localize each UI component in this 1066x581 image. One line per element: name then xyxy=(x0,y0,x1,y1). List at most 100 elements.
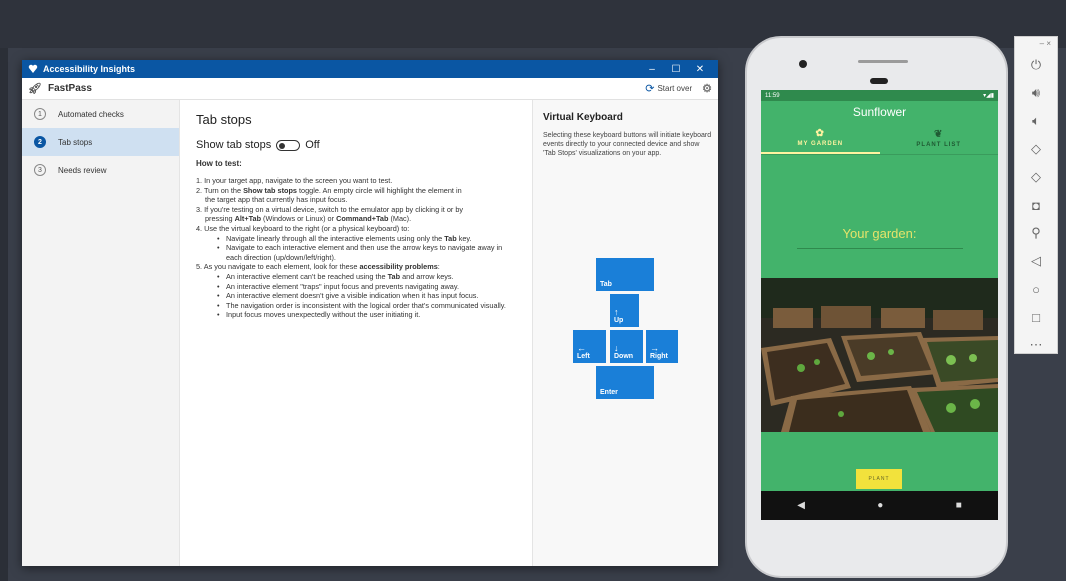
tab-key-label: Tab xyxy=(600,281,612,288)
virtual-keyboard-title: Virtual Keyboard xyxy=(543,112,623,123)
signal-battery-icon: ▾◢▮ xyxy=(983,93,994,99)
test-step: 2. Turn on the Show tab stops toggle. An… xyxy=(196,185,462,195)
left-key[interactable]: ← Left xyxy=(573,330,606,363)
more-icon[interactable]: ⋯ xyxy=(1015,331,1057,359)
sprout-icon: ❦ xyxy=(934,129,944,140)
start-over-label: Start over xyxy=(657,84,693,93)
page-title: Tab stops xyxy=(196,112,252,127)
sidebar-item-tab-stops[interactable]: 2 Tab stops xyxy=(22,128,179,156)
emulator-toolbar: – × ⏻ 🔊︎ 🔈︎ ◇ ◇ ◘ ⚲ ◁ ○ □ ⋯ xyxy=(1014,36,1058,354)
test-step: The navigation order is inconsistent wit… xyxy=(196,301,516,311)
home-icon[interactable]: ○ xyxy=(1015,275,1057,303)
sidebar: 1 Automated checks 2 Tab stops 3 Needs r… xyxy=(22,100,180,566)
minimize-button[interactable]: – xyxy=(640,64,664,75)
test-step: An interactive element "traps" input foc… xyxy=(196,282,516,292)
refresh-icon: ⟳ xyxy=(645,83,655,95)
virtual-keyboard-description: Selecting these keyboard buttons will in… xyxy=(543,132,712,157)
down-arrow-icon: ↓ xyxy=(614,343,619,353)
right-key[interactable]: → Right xyxy=(646,330,678,363)
enter-key[interactable]: Enter xyxy=(596,366,654,399)
back-icon[interactable]: ◁ xyxy=(1015,247,1057,275)
status-time: 11:59 xyxy=(765,92,780,99)
rotate-left-icon[interactable]: ◇ xyxy=(1015,135,1057,163)
how-to-test-heading: How to test: xyxy=(196,159,242,168)
test-step: the target app that currently has input … xyxy=(205,195,348,205)
test-step: An interactive element can't be reached … xyxy=(196,272,516,282)
zoom-icon[interactable]: ⚲ xyxy=(1015,219,1057,247)
flower-icon: ✿ xyxy=(815,128,825,139)
desktop-left-edge xyxy=(0,48,8,581)
android-nav-bar: ◀ ● ■ xyxy=(761,491,998,520)
app-tabs: ✿ MY GARDEN ❦ PLANT LIST xyxy=(761,123,998,155)
test-step: 3. If you're testing on a virtual device… xyxy=(196,204,464,214)
tab-label: MY GARDEN xyxy=(797,141,844,147)
garden-divider xyxy=(797,248,963,249)
fastpass-title: FastPass xyxy=(47,83,92,94)
right-arrow-icon: → xyxy=(650,343,659,353)
left-key-label: Left xyxy=(577,353,590,360)
plant-button[interactable]: PLANT xyxy=(856,469,902,489)
test-step: Navigate linearly through all the intera… xyxy=(196,234,516,244)
volume-up-icon[interactable]: 🔊︎ xyxy=(1015,79,1057,107)
virtual-keyboard-panel: Virtual Keyboard Selecting these keyboar… xyxy=(532,100,718,566)
show-tab-stops-row: Show tab stops Off xyxy=(196,139,516,151)
step-number: 1 xyxy=(34,108,46,120)
right-key-label: Right xyxy=(650,353,668,360)
app-title: Sunflower xyxy=(761,101,998,123)
sidebar-item-needs-review[interactable]: 3 Needs review xyxy=(22,156,179,184)
test-steps-list: 1. In your target app, navigate to the s… xyxy=(196,176,516,320)
close-button[interactable]: ✕ xyxy=(688,64,712,75)
volume-down-icon[interactable]: 🔈︎ xyxy=(1015,107,1057,135)
test-step: 5. As you navigate to each element, look… xyxy=(196,262,440,272)
start-over-button[interactable]: ⟳ Start over xyxy=(645,82,692,95)
sidebar-item-automated-checks[interactable]: 1 Automated checks xyxy=(22,100,179,128)
window-title: Accessibility Insights xyxy=(43,64,136,74)
down-key-label: Down xyxy=(614,353,634,360)
power-icon[interactable]: ⏻ xyxy=(1015,51,1057,79)
accessibility-insights-window: Accessibility Insights – ☐ ✕ 🚀︎ FastPass… xyxy=(22,60,718,566)
left-arrow-icon: ← xyxy=(577,343,586,353)
speaker-grille xyxy=(858,60,908,63)
up-key[interactable]: ↑ Up xyxy=(610,294,639,327)
title-bar: Accessibility Insights – ☐ ✕ xyxy=(22,60,718,78)
tab-label: PLANT LIST xyxy=(916,142,962,148)
camera-icon[interactable]: ◘ xyxy=(1015,191,1057,219)
recents-nav-icon[interactable]: ■ xyxy=(956,500,962,511)
overview-icon[interactable]: □ xyxy=(1015,303,1057,331)
accessibility-insights-logo-icon xyxy=(28,64,38,74)
step-number: 3 xyxy=(34,164,46,176)
tab-stops-content: Tab stops Show tab stops Off How to test… xyxy=(180,100,532,566)
android-emulator-phone: 11:59 ▾◢▮ Sunflower ✿ MY GARDEN ❦ PLANT … xyxy=(745,36,1008,578)
down-key[interactable]: ↓ Down xyxy=(610,330,643,363)
emulator-window-controls[interactable]: – × xyxy=(1015,37,1057,51)
sidebar-item-label: Tab stops xyxy=(58,137,93,147)
tab-plant-list[interactable]: ❦ PLANT LIST xyxy=(880,123,999,154)
tab-my-garden[interactable]: ✿ MY GARDEN xyxy=(761,123,880,154)
up-key-label: Up xyxy=(614,317,624,324)
front-camera xyxy=(799,60,807,68)
toggle-label: Show tab stops xyxy=(196,139,272,151)
gear-icon[interactable]: ⚙ xyxy=(702,82,712,95)
your-garden-label: Your garden: xyxy=(842,226,917,241)
toggle-state: Off xyxy=(305,139,320,151)
enter-key-label: Enter xyxy=(600,389,618,396)
test-step: pressing Alt+Tab (Windows or Linux) or C… xyxy=(205,214,412,224)
earpiece xyxy=(870,78,888,84)
tab-key[interactable]: Tab xyxy=(596,258,654,291)
back-nav-icon[interactable]: ◀ xyxy=(797,500,805,511)
status-bar: 11:59 ▾◢▮ xyxy=(761,90,998,101)
rotate-right-icon[interactable]: ◇ xyxy=(1015,163,1057,191)
test-step: Input focus moves unexpectedly without t… xyxy=(196,310,516,320)
home-nav-icon[interactable]: ● xyxy=(877,500,883,511)
sidebar-item-label: Automated checks xyxy=(58,109,124,119)
test-step: 4. Use the virtual keyboard to the right… xyxy=(196,223,410,233)
test-step: An interactive element doesn't give a vi… xyxy=(196,291,516,301)
step-number: 2 xyxy=(34,136,46,148)
sidebar-item-label: Needs review xyxy=(58,165,107,175)
show-tab-stops-toggle[interactable] xyxy=(276,139,301,151)
rocket-icon: 🚀︎ xyxy=(28,83,42,95)
garden-image xyxy=(761,278,998,432)
test-step: Navigate to each interactive element and… xyxy=(196,243,516,262)
up-arrow-icon: ↑ xyxy=(614,307,619,317)
maximize-button[interactable]: ☐ xyxy=(664,64,688,75)
